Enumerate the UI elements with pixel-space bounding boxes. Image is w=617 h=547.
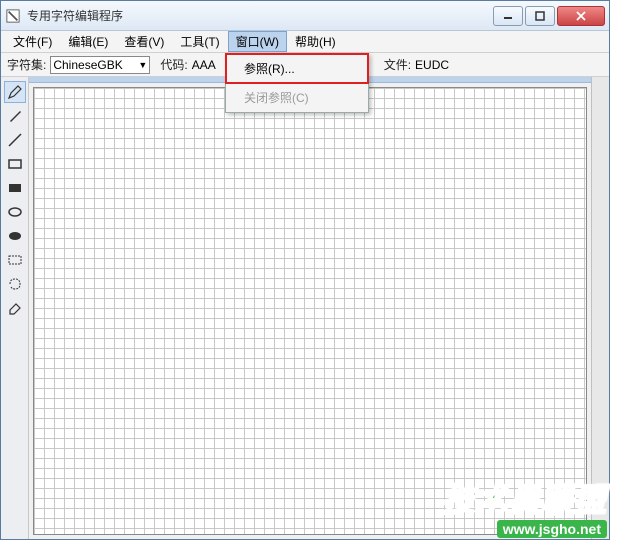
file-label: 文件: [384, 56, 411, 73]
brush-tool[interactable] [4, 105, 26, 127]
code-label: 代码: [160, 56, 187, 73]
pencil-tool[interactable] [4, 81, 26, 103]
code-value: AAA [192, 58, 216, 72]
vertical-scrollbar[interactable] [591, 77, 609, 539]
menu-file[interactable]: 文件(F) [5, 31, 60, 52]
charset-value: ChineseGBK [53, 58, 122, 72]
canvas-area [29, 77, 591, 539]
menu-window[interactable]: 窗口(W) [228, 31, 287, 52]
menu-help[interactable]: 帮助(H) [287, 31, 344, 52]
grid-background [34, 88, 586, 534]
charset-label: 字符集: [7, 56, 46, 73]
charset-select[interactable]: ChineseGBK ▼ [50, 56, 150, 74]
ellipse-fill-tool[interactable] [4, 225, 26, 247]
close-button[interactable] [557, 6, 605, 26]
ellipse-outline-tool[interactable] [4, 201, 26, 223]
app-icon [5, 8, 21, 24]
titlebar: 专用字符编辑程序 [1, 1, 609, 31]
maximize-button[interactable] [525, 6, 555, 26]
menu-tools[interactable]: 工具(T) [172, 31, 227, 52]
file-value: EUDC [415, 58, 449, 72]
free-select-tool[interactable] [4, 273, 26, 295]
rect-select-tool[interactable] [4, 249, 26, 271]
menubar: 文件(F) 编辑(E) 查看(V) 工具(T) 窗口(W) 帮助(H) [1, 31, 609, 53]
menu-view[interactable]: 查看(V) [116, 31, 172, 52]
minimize-button[interactable] [493, 6, 523, 26]
app-window: 专用字符编辑程序 文件(F) 编辑(E) 查看(V) 工具(T) 窗口(W) 帮… [0, 0, 610, 540]
rectangle-outline-tool[interactable] [4, 153, 26, 175]
window-title: 专用字符编辑程序 [27, 7, 491, 24]
window-dropdown-menu: 参照(R)... 关闭参照(C) [225, 53, 369, 113]
chevron-down-icon: ▼ [138, 60, 147, 70]
rectangle-fill-tool[interactable] [4, 177, 26, 199]
workspace [1, 77, 609, 539]
eraser-tool[interactable] [4, 297, 26, 319]
edit-grid[interactable] [33, 87, 587, 535]
menu-item-close-reference: 关闭参照(C) [226, 83, 368, 112]
tool-palette [1, 77, 29, 539]
menu-item-reference[interactable]: 参照(R)... [226, 54, 368, 83]
line-tool[interactable] [4, 129, 26, 151]
window-controls [491, 6, 605, 26]
menu-edit[interactable]: 编辑(E) [60, 31, 116, 52]
